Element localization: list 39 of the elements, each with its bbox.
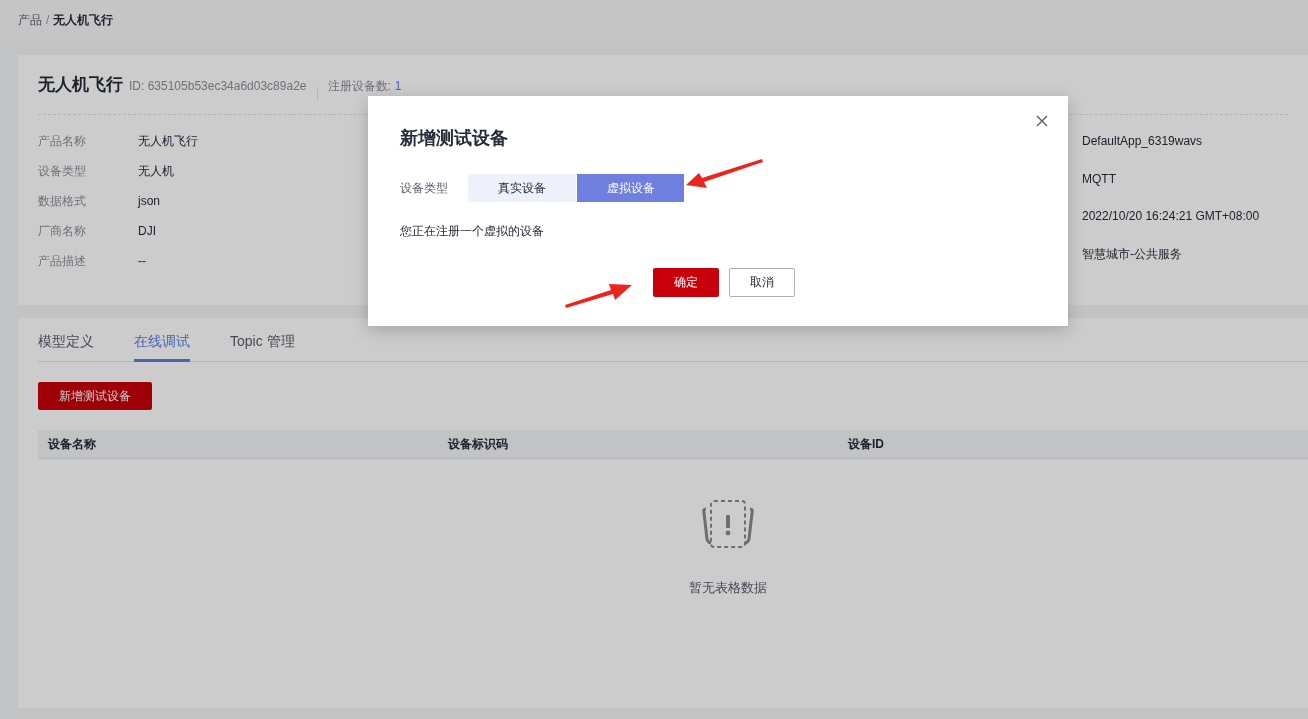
close-icon[interactable] — [1036, 115, 1048, 127]
detail-value: 无人机飞行 — [138, 133, 198, 149]
dialog-message: 您正在注册一个虚拟的设备 — [400, 223, 545, 240]
annotation-arrow — [565, 284, 632, 308]
dialog-title: 新增测试设备 — [400, 127, 509, 150]
detail-value: DJI — [138, 223, 157, 239]
tab[interactable]: 在线调试 — [134, 333, 190, 362]
detail-value: json — [138, 193, 161, 209]
cancel-button[interactable]: 取消 — [729, 268, 795, 297]
confirm-button[interactable]: 确定 — [653, 268, 719, 297]
breadcrumb-link[interactable]: 产品 — [18, 11, 42, 29]
empty-message: 暂无表格数据 — [689, 579, 767, 597]
device-count-label: 注册设备数: — [327, 78, 391, 95]
column-header: 设备名称 — [48, 435, 97, 453]
detail-value: 智慧城市-公共服务 — [1082, 245, 1183, 263]
detail-value: DefaultApp_6319wavs — [1082, 133, 1204, 150]
breadcrumb-separator: / — [46, 13, 50, 27]
tab[interactable]: 模型定义 — [38, 333, 94, 362]
detail-value: 2022/10/20 16:24:21 GMT+08:00 — [1082, 208, 1261, 225]
product-title: 无人机飞行 — [38, 74, 123, 96]
detail-label: 产品名称 — [38, 133, 87, 149]
column-header: 设备标识码 — [448, 435, 509, 453]
detail-label: 数据格式 — [38, 193, 87, 209]
product-id: ID: 635105b53ec34a6d03c89a2e — [129, 79, 307, 93]
device-type-option[interactable]: 真实设备 — [468, 174, 576, 202]
detail-value: MQTT — [1082, 170, 1117, 188]
breadcrumb-current: 无人机飞行 — [53, 11, 114, 29]
empty-data-icon — [701, 499, 755, 549]
detail-value: -- — [138, 253, 147, 269]
device-type-option[interactable]: 虚拟设备 — [577, 174, 684, 202]
detail-label: 产品描述 — [38, 253, 87, 269]
detail-label: 厂商名称 — [38, 223, 87, 239]
device-count: 1 — [394, 79, 402, 93]
column-header: 设备ID — [848, 435, 885, 453]
add-device-button[interactable]: 新增测试设备 — [38, 382, 152, 410]
detail-value: 无人机 — [138, 163, 175, 179]
detail-label: 设备类型 — [38, 163, 87, 179]
field-label: 设备类型 — [400, 179, 448, 197]
tab[interactable]: Topic 管理 — [230, 333, 295, 362]
